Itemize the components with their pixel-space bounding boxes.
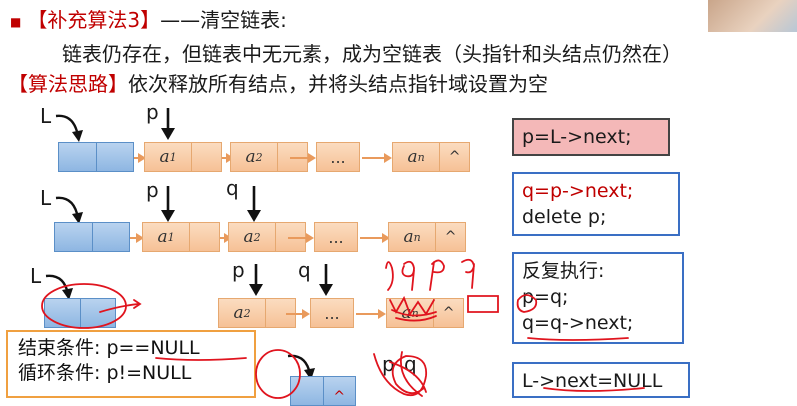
label-L-row2: L (40, 186, 52, 210)
label-L-row1: L (40, 104, 52, 128)
node-a1-row2: a1 (142, 222, 220, 252)
label-p-row2: p (146, 178, 159, 202)
presenter-webcam (708, 0, 797, 32)
link-arrow (130, 233, 144, 243)
code-step-4-text: L->next=NULL (522, 370, 663, 392)
end-condition: 结束条件: p==NULL (18, 337, 200, 359)
code-step-3-line1: p=q; (522, 286, 569, 308)
idea-tag: 【算法思路】 (8, 72, 128, 96)
label-q-row4: q (404, 352, 417, 376)
link-arrow (288, 233, 314, 243)
code-step-2-line1: q=p->next; (522, 180, 634, 202)
algorithm-idea: 【算法思路】依次释放所有结点，并将头结点指针域设置为空 (8, 68, 548, 97)
link-arrow (134, 153, 146, 163)
label-p-row1: p (146, 100, 159, 124)
description-text: 链表仍存在，但链表中无元素，成为空链表（头指针和头结点仍然在） (62, 42, 682, 66)
head-node-row4: ^ (290, 376, 356, 406)
ellipsis-node-row1: ... (316, 142, 360, 172)
code-step-2: q=p->next; delete p; (512, 172, 680, 236)
link-arrow (286, 309, 310, 319)
link-arrow (356, 309, 386, 319)
label-p-row3: p (232, 258, 245, 282)
idea-text: 依次释放所有结点，并将头结点指针域设置为空 (128, 72, 548, 96)
node-an-row3: a n ^ (386, 298, 464, 328)
label-q-row3: q (298, 258, 311, 282)
node-a1-row1: a1 (144, 142, 222, 172)
code-step-4: L->next=NULL (512, 362, 690, 398)
link-arrow (290, 153, 316, 163)
q-pointer-arrow-row2 (247, 186, 261, 222)
title-tag: 【补充算法3】 (27, 8, 161, 32)
head-node-row2 (54, 222, 130, 252)
title-text: ——清空链表: (160, 8, 287, 32)
link-arrow (362, 153, 392, 163)
label-q-row2: q (226, 176, 239, 200)
ink-p-scribble (385, 261, 394, 291)
head-node-row3 (44, 298, 116, 328)
p-pointer-arrow-row2 (161, 186, 175, 222)
label-p-row4: p (382, 352, 395, 376)
loop-condition: 循环条件: p!=NULL (18, 362, 192, 384)
code-step-1-text: p=L->next; (522, 126, 632, 148)
code-step-3-heading: 反复执行: (522, 260, 605, 282)
q-pointer-arrow-row3 (319, 264, 333, 296)
null-pointer-marker: ^ (333, 389, 346, 405)
p-pointer-arrow-row1 (161, 108, 175, 140)
slide-title: ■ 【补充算法3】——清空链表: (10, 4, 287, 33)
ink-new-node-box (467, 295, 499, 313)
node-an-row2: a n ^ (388, 222, 466, 252)
link-arrow (360, 233, 390, 243)
conditions-box: 结束条件: p==NULL 循环条件: p!=NULL (6, 330, 256, 398)
head-node-row1 (58, 142, 134, 172)
bullet-icon: ■ (10, 14, 22, 29)
ellipsis-node-row3: ... (310, 298, 354, 328)
code-step-1: p=L->next; (512, 118, 670, 156)
L-pointer-arrow-row1 (55, 114, 83, 142)
ellipsis-node-row2: ... (314, 222, 358, 252)
node-an-row1: a n ^ (392, 142, 470, 172)
code-step-3: 反复执行: p=q; q=q->next; (512, 252, 684, 344)
label-L-row3: L (30, 264, 42, 288)
p-pointer-arrow-row3 (249, 264, 263, 296)
node-a2-row3: a2 (218, 298, 296, 328)
code-step-3-line2: q=q->next; (522, 312, 634, 334)
code-step-2-line2: delete p; (522, 206, 607, 228)
